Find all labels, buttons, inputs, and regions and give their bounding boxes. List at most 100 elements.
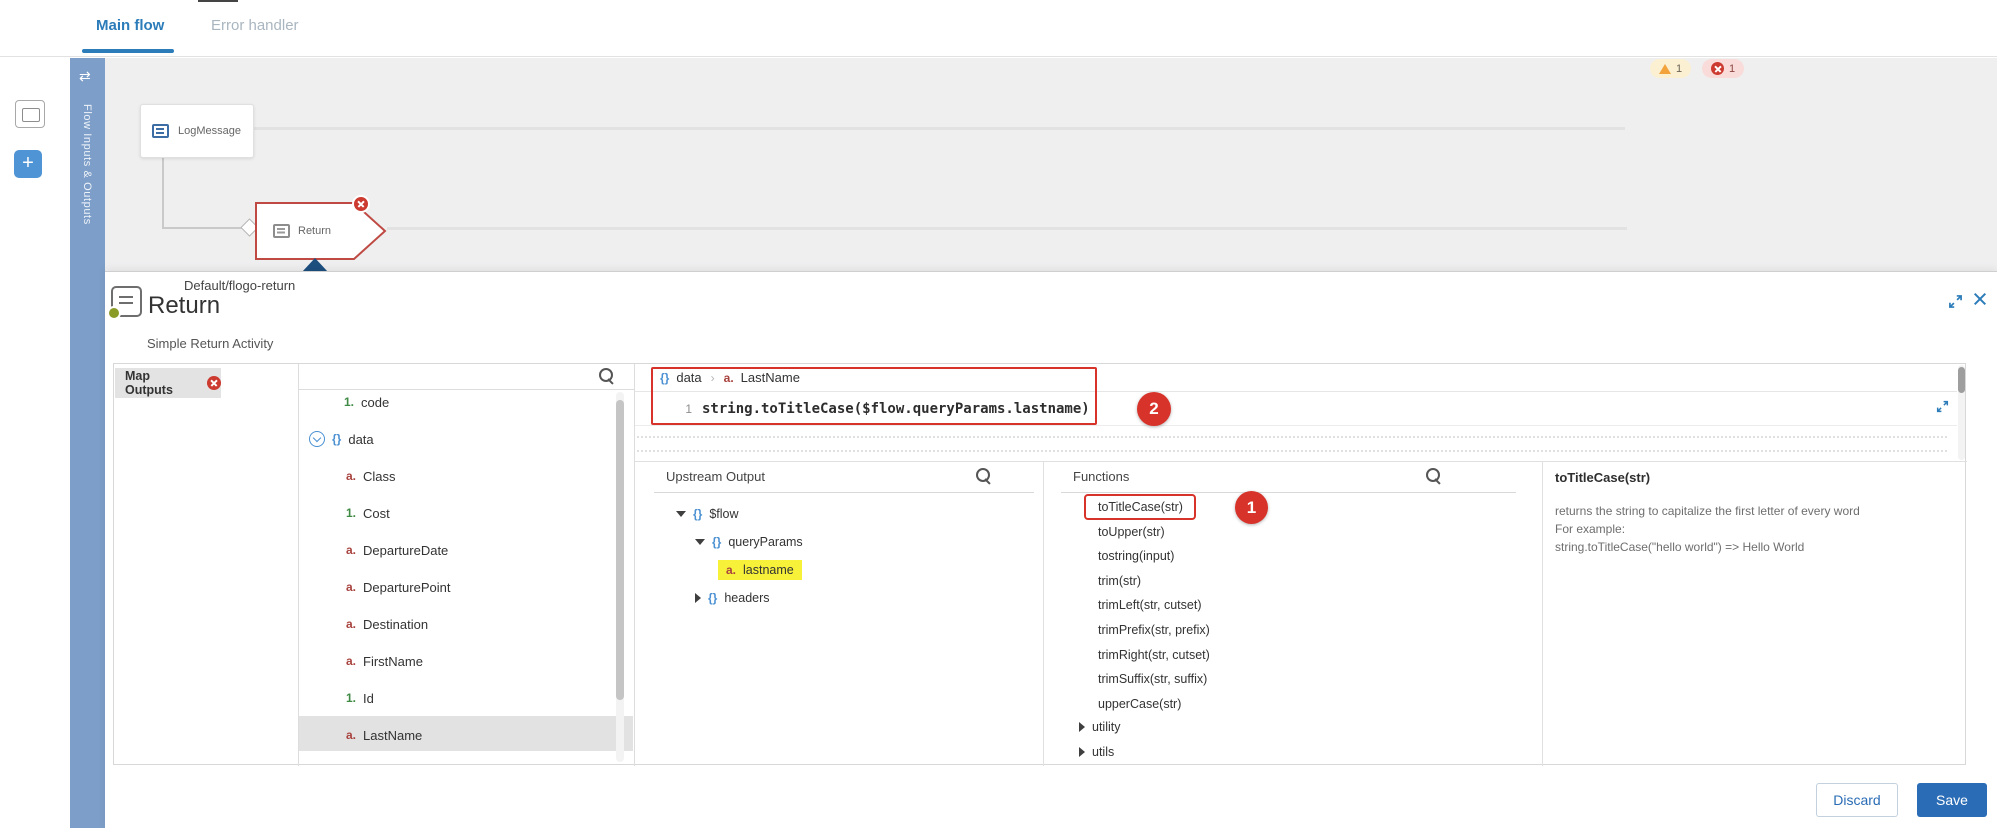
collapsed-chevron-icon[interactable] (1079, 747, 1085, 757)
function-group-label: utils (1092, 745, 1114, 759)
panel-pointer-caret (302, 258, 328, 272)
function-trim[interactable]: trim(str) (1098, 569, 1141, 593)
function-trimleft[interactable]: trimLeft(str, cutset) (1098, 593, 1202, 617)
string-type-icon: a. (346, 654, 356, 668)
function-tostring[interactable]: tostring(input) (1098, 544, 1174, 568)
tree-scrollbar-thumb[interactable] (616, 400, 624, 700)
expression-code[interactable]: string.toTitleCase($flow.queryParams.las… (702, 401, 1090, 417)
tree-item-departuredate[interactable]: a. DepartureDate (346, 534, 448, 566)
upstream-search-icon[interactable] (976, 468, 992, 484)
tree-item-label: Destination (363, 617, 428, 632)
function-group-label: utility (1092, 720, 1120, 734)
upstream-item-label: queryParams (728, 535, 802, 549)
upstream-item-flow[interactable]: {} $flow (676, 502, 739, 526)
collapsed-chevron-icon[interactable] (695, 593, 701, 603)
tree-item-lastname[interactable]: a. LastName (346, 719, 422, 751)
breadcrumb-separator: › (711, 371, 715, 385)
divider (654, 492, 1034, 493)
function-group-utils[interactable]: utils (1079, 740, 1114, 764)
tree-item-code[interactable]: 1. code (344, 386, 389, 418)
divider (1542, 461, 1543, 766)
node-error-badge-icon (352, 195, 370, 213)
tree-item-id[interactable]: 1. Id (346, 682, 374, 714)
tree-item-firstname[interactable]: a. FirstName (346, 645, 423, 677)
error-count: 1 (1729, 63, 1735, 75)
panel-expand-button[interactable] (1948, 294, 1963, 314)
log-activity-icon (152, 124, 169, 138)
editor-scrollbar[interactable] (1958, 365, 1965, 460)
node-return[interactable]: Return (255, 202, 387, 260)
number-type-icon: 1. (346, 691, 356, 705)
function-group-utility[interactable]: utility (1079, 715, 1120, 739)
top-artifact (198, 0, 238, 2)
editor-scrollbar-thumb[interactable] (1958, 367, 1965, 393)
add-activity-button[interactable]: + (14, 150, 42, 178)
warning-count-badge[interactable]: 1 (1650, 59, 1691, 78)
annotation-step-2: 2 (1137, 392, 1171, 426)
return-activity-icon (273, 224, 290, 238)
search-icon (599, 368, 615, 384)
collapse-chevron-icon[interactable] (309, 431, 325, 447)
expand-icon (1936, 400, 1949, 413)
object-type-icon: {} (660, 371, 669, 385)
string-type-icon: a. (724, 371, 734, 385)
save-button[interactable]: Save (1917, 783, 1987, 817)
expanded-chevron-icon[interactable] (695, 539, 705, 545)
breadcrumb-field[interactable]: LastName (741, 370, 800, 385)
flow-inputs-outputs-rail[interactable]: ⇄ Flow Inputs & Outputs (70, 58, 105, 828)
tree-item-departurepoint[interactable]: a. DeparturePoint (346, 571, 450, 603)
tree-item-label: code (361, 395, 389, 410)
tree-item-class[interactable]: a. Class (346, 460, 396, 492)
discard-button[interactable]: Discard (1816, 783, 1898, 817)
collapsed-chevron-icon[interactable] (1079, 722, 1085, 732)
upstream-item-queryparams[interactable]: {} queryParams (695, 530, 803, 554)
expression-editor-line[interactable]: 1 string.toTitleCase($flow.queryParams.l… (635, 392, 1957, 426)
expanded-chevron-icon[interactable] (676, 511, 686, 517)
panel-close-button[interactable] (1971, 290, 1989, 308)
connector-elbow-horizontal (162, 227, 250, 229)
object-type-icon: {} (693, 507, 702, 521)
upstream-item-headers[interactable]: {} headers (695, 586, 770, 610)
string-type-icon: a. (346, 728, 356, 742)
upstream-item-lastname[interactable]: a. lastname (718, 558, 802, 582)
function-trimright[interactable]: trimRight(str, cutset) (1098, 643, 1210, 667)
error-count-badge[interactable]: 1 (1702, 59, 1744, 78)
tab-main-flow[interactable]: Main flow (96, 17, 164, 34)
string-type-icon: a. (346, 580, 356, 594)
return-panel-icon (111, 286, 142, 317)
tree-item-data[interactable]: {} data (309, 423, 374, 455)
node-return-label: Return (298, 225, 331, 237)
active-tab-underline (82, 49, 174, 53)
tab-error-handler[interactable]: Error handler (211, 17, 299, 34)
tree-item-destination[interactable]: a. Destination (346, 608, 428, 640)
flogo-badge-icon (107, 306, 121, 320)
node-logmessage[interactable]: LogMessage (140, 104, 254, 158)
function-doc-title: toTitleCase(str) (1555, 470, 1650, 485)
tree-item-label: data (348, 432, 373, 447)
functions-search-icon[interactable] (1426, 468, 1442, 484)
function-uppercase[interactable]: upperCase(str) (1098, 692, 1181, 716)
flogo-designer: Main flow Error handler LogMessage Retur… (0, 0, 1997, 828)
string-type-icon: a. (726, 563, 736, 577)
tree-item-label: Id (363, 691, 374, 706)
breadcrumb-root[interactable]: data (676, 370, 701, 385)
tree-scrollbar[interactable] (616, 392, 624, 762)
selected-field-highlight: a. lastname (718, 560, 802, 580)
function-toupper[interactable]: toUpper(str) (1098, 520, 1165, 544)
function-totitlecase[interactable]: toTitleCase(str) (1098, 495, 1183, 519)
upstream-output-title: Upstream Output (666, 469, 765, 484)
flow-tab-bar: Main flow Error handler (0, 0, 1997, 57)
tree-item-label: Cost (363, 506, 390, 521)
output-mapper: Map Outputs 1. code {} data a. Class (113, 363, 1966, 765)
editor-expand-button[interactable] (1936, 400, 1949, 418)
function-trimprefix[interactable]: trimPrefix(str, prefix) (1098, 618, 1210, 642)
swap-icon: ⇄ (79, 68, 91, 85)
function-doc-description: returns the string to capitalize the fir… (1555, 504, 1955, 518)
tree-item-cost[interactable]: 1. Cost (346, 497, 390, 529)
divider (1043, 461, 1044, 766)
map-outputs-tab[interactable]: Map Outputs (115, 368, 221, 398)
function-trimsuffix[interactable]: trimSuffix(str, suffix) (1098, 667, 1207, 691)
flow-properties-button[interactable] (15, 100, 45, 128)
annotation-step-1: 1 (1235, 491, 1268, 524)
flow-canvas[interactable]: LogMessage Return 1 1 (105, 58, 1997, 271)
